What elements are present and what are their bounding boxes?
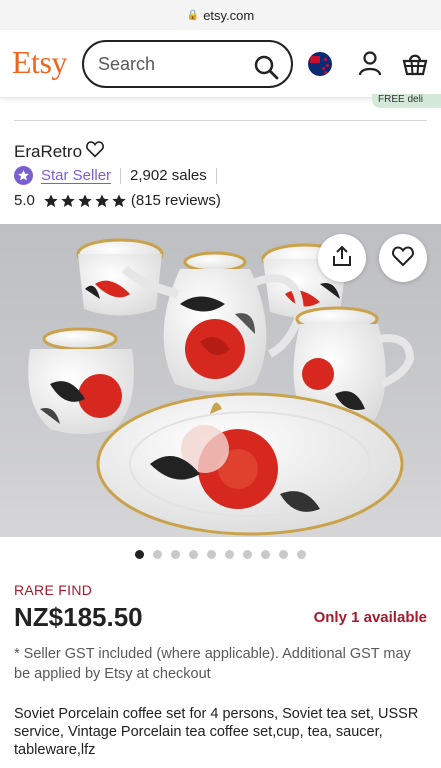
carousel-dot[interactable] xyxy=(225,550,234,559)
review-count[interactable]: (815 reviews) xyxy=(131,192,221,209)
share-icon xyxy=(330,244,354,273)
divider xyxy=(14,120,427,121)
rating-stars xyxy=(43,193,127,209)
carousel-dot[interactable] xyxy=(207,550,216,559)
browser-url-bar[interactable]: 🔒 etsy.com xyxy=(0,0,441,30)
product-image[interactable] xyxy=(0,224,441,537)
rare-find-tag: RARE FIND xyxy=(14,582,93,598)
favorite-heart-icon xyxy=(391,245,415,272)
seller-info-row: Star Seller 2,902 sales xyxy=(14,166,226,185)
image-carousel-dots xyxy=(0,550,441,559)
shop-name-row[interactable]: EraRetro xyxy=(14,140,105,163)
carousel-dot[interactable] xyxy=(135,550,144,559)
carousel-dot[interactable] xyxy=(243,550,252,559)
rating-row[interactable]: 5.0 (815 reviews) xyxy=(14,192,221,209)
nz-flag-icon[interactable] xyxy=(308,52,332,76)
listing-title: Soviet Porcelain coffee set for 4 person… xyxy=(14,706,419,758)
carousel-dot[interactable] xyxy=(297,550,306,559)
sales-count: 2,902 sales xyxy=(130,167,207,184)
availability-label: Only 1 available xyxy=(313,609,427,626)
star-icon xyxy=(112,193,126,207)
star-seller-link[interactable]: Star Seller xyxy=(41,167,111,184)
carousel-dot[interactable] xyxy=(261,550,270,559)
star-icon xyxy=(44,193,58,207)
separator xyxy=(120,167,122,184)
carousel-dot[interactable] xyxy=(153,550,162,559)
star-icon xyxy=(78,193,92,207)
free-delivery-badge: FREE deli xyxy=(372,94,441,108)
lock-icon: 🔒 xyxy=(186,9,200,21)
search-icon[interactable] xyxy=(253,54,279,85)
shop-name[interactable]: EraRetro xyxy=(14,142,82,162)
favorite-shop-heart-icon[interactable] xyxy=(85,140,105,163)
star-icon xyxy=(61,193,75,207)
share-button[interactable] xyxy=(318,234,366,282)
star-seller-badge-icon xyxy=(14,166,33,185)
search-bar[interactable] xyxy=(82,40,293,88)
carousel-dot[interactable] xyxy=(171,550,180,559)
rating-value: 5.0 xyxy=(14,192,35,209)
gst-note: * Seller GST included (where applicable)… xyxy=(14,646,411,682)
search-input[interactable] xyxy=(98,53,248,75)
star-icon xyxy=(95,193,109,207)
favorite-button[interactable] xyxy=(379,234,427,282)
cart-icon[interactable] xyxy=(402,50,428,81)
porcelain-set-illustration xyxy=(28,238,415,536)
separator xyxy=(215,167,217,184)
carousel-dot[interactable] xyxy=(279,550,288,559)
etsy-logo[interactable]: Etsy xyxy=(12,44,67,81)
carousel-dot[interactable] xyxy=(189,550,198,559)
user-icon[interactable] xyxy=(357,50,383,81)
url-text: etsy.com xyxy=(203,7,255,23)
price: NZ$185.50 xyxy=(14,602,143,632)
site-header: Etsy xyxy=(0,30,441,98)
